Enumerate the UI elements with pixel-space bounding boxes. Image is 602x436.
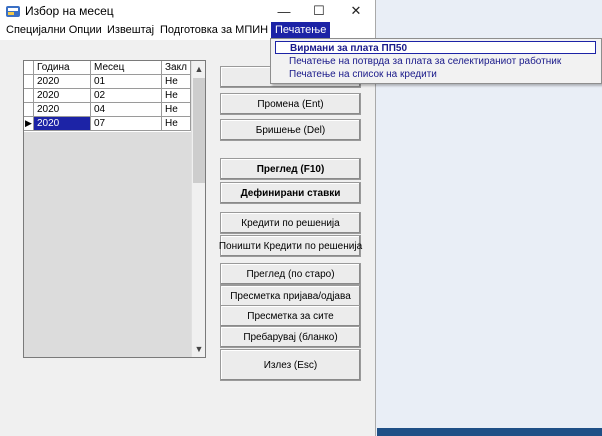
cell-year[interactable]: 2020 — [34, 103, 91, 117]
cell-locked[interactable]: Не — [162, 117, 191, 131]
menu-item-pp50-transfers[interactable]: Вирмани за плата ПП50 — [275, 41, 596, 54]
cell-month[interactable]: 01 — [91, 75, 162, 89]
menu-printing[interactable]: Печатење — [271, 22, 331, 38]
grid-header-year[interactable]: Година — [34, 61, 91, 75]
window-title: Избор на месец — [25, 4, 114, 18]
cell-year[interactable]: 2020 — [34, 75, 91, 89]
preview-old-button[interactable]: Преглед (по старо) — [220, 263, 361, 285]
row-indicator — [24, 75, 34, 89]
grid-header-locked[interactable]: Закл — [162, 61, 191, 75]
close-button[interactable]: ✕ — [340, 0, 372, 22]
grid-header-indicator — [24, 61, 34, 75]
cell-year[interactable]: 2020 — [34, 89, 91, 103]
maximize-button[interactable]: ☐ — [303, 0, 335, 22]
app-icon — [6, 6, 20, 17]
menu-special-options[interactable]: Специјални Опции — [6, 24, 102, 36]
desktop-taskbar-strip — [377, 428, 602, 436]
transfer-button[interactable]: Пребарувај (бланко) — [220, 326, 361, 348]
cell-locked[interactable]: Не — [162, 103, 191, 117]
menu-item-print-salary-confirmation[interactable]: Печатење на потврда за плата за селектир… — [275, 55, 596, 68]
grid-vertical-scrollbar[interactable]: ▲ ▼ — [191, 61, 205, 357]
cancel-credits-button[interactable]: Поништи Кредити по решенија — [219, 235, 362, 257]
title-bar: Избор на месец — ☐ ✕ — [0, 0, 375, 22]
menu-mpin-prep[interactable]: Подготовка за МПИН — [160, 24, 268, 36]
grid-empty-area — [24, 132, 191, 357]
cell-year[interactable]: 2020 — [34, 117, 91, 131]
printing-dropdown-menu: Вирмани за плата ПП50 Печатење на потврд… — [270, 38, 602, 84]
months-grid[interactable]: Година Месец Закл 2020 01 Не 2020 02 Не … — [23, 60, 206, 358]
defined-items-button[interactable]: Дефинирани ставки — [220, 182, 361, 204]
scroll-down-icon[interactable]: ▼ — [192, 341, 205, 357]
row-indicator — [24, 103, 34, 117]
cell-locked[interactable]: Не — [162, 89, 191, 103]
cell-month[interactable]: 02 — [91, 89, 162, 103]
calc-registration-button[interactable]: Пресметка пријава/одјава — [220, 285, 361, 307]
cell-locked[interactable]: Не — [162, 75, 191, 89]
edit-button[interactable]: Промена (Ent) — [220, 93, 361, 115]
close-icon: ✕ — [350, 3, 362, 18]
menu-report[interactable]: Извештај — [107, 24, 154, 36]
scroll-thumb[interactable] — [193, 78, 205, 183]
current-row-marker-icon: ▶ — [24, 117, 34, 131]
scroll-up-icon[interactable]: ▲ — [192, 61, 205, 77]
credits-button[interactable]: Кредити по решенија — [220, 212, 361, 234]
preview-button[interactable]: Преглед (F10) — [220, 158, 361, 180]
minimize-button[interactable]: — — [268, 0, 300, 22]
calc-all-button[interactable]: Пресметка за сите — [220, 305, 361, 327]
cell-month[interactable]: 04 — [91, 103, 162, 117]
maximize-icon: ☐ — [313, 3, 325, 18]
exit-button[interactable]: Излез (Esc) — [220, 349, 361, 381]
grid-header-month[interactable]: Месец — [91, 61, 162, 75]
minimize-icon: — — [277, 3, 291, 19]
row-indicator — [24, 89, 34, 103]
menu-item-print-credit-list[interactable]: Печатење на список на кредити — [275, 68, 596, 81]
cell-month[interactable]: 07 — [91, 117, 162, 131]
delete-button[interactable]: Бришење (Del) — [220, 119, 361, 141]
